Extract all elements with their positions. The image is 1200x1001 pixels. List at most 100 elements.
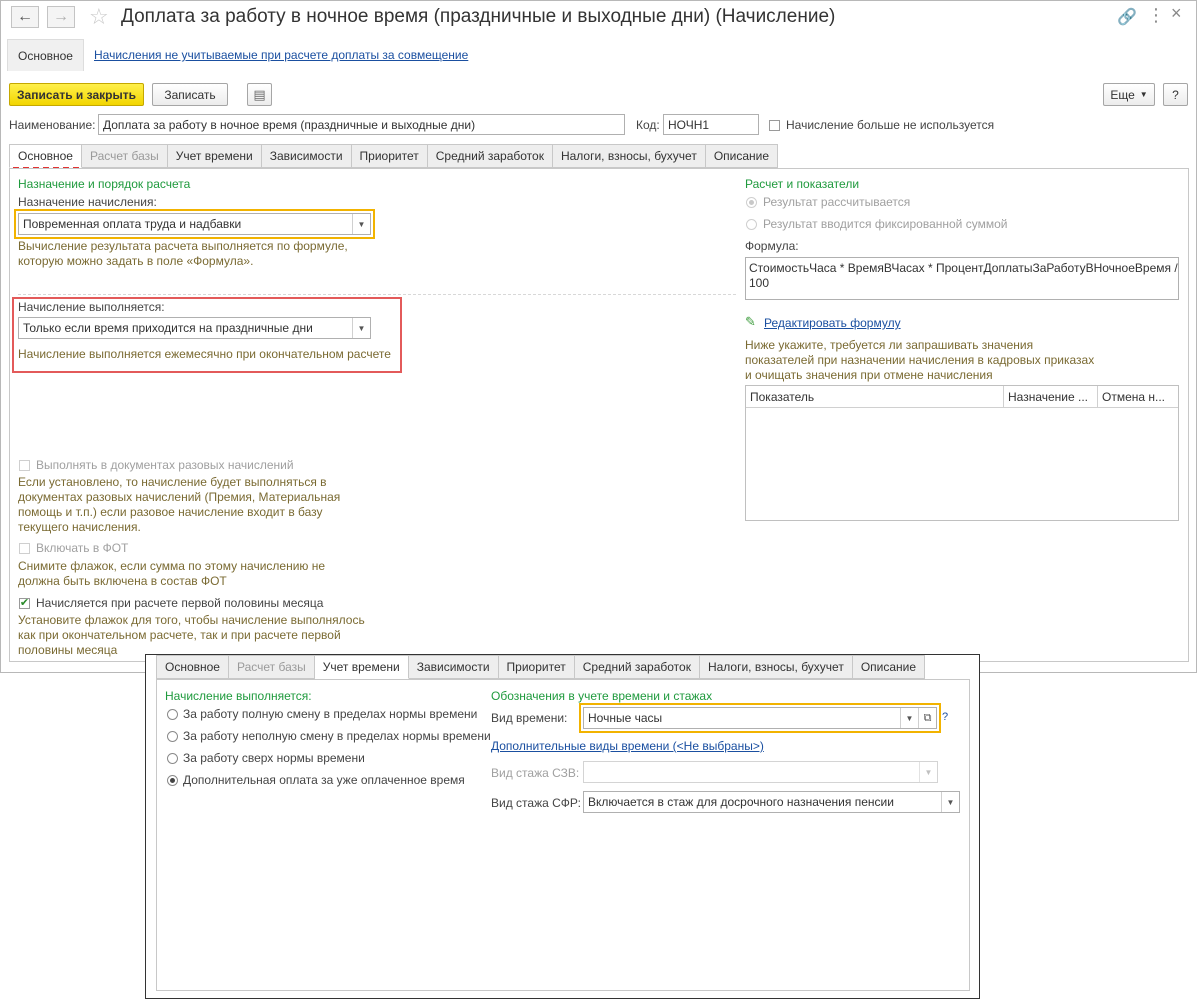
indicators-hint: Ниже укажите, требуется ли запрашивать з… — [745, 338, 1095, 382]
favorite-star-icon[interactable]: ☆ — [89, 4, 109, 30]
onetime-label: Выполнять в документах разовых начислени… — [36, 458, 294, 472]
option-partial-shift-label: За работу неполную смену в пределах норм… — [183, 729, 491, 743]
list-icon: ▤ — [253, 86, 266, 102]
document-list-button[interactable]: ▤ — [247, 83, 272, 106]
tab-base-calculation[interactable]: Расчет базы — [81, 144, 168, 168]
dropdown-arrow-icon[interactable]: ▼ — [919, 762, 937, 782]
tab-dependencies[interactable]: Зависимости — [261, 144, 352, 168]
help-button[interactable]: ? — [1163, 83, 1188, 106]
code-input[interactable]: НОЧН1 — [663, 114, 759, 135]
result-fixed-radio[interactable] — [746, 219, 757, 230]
result-fixed-label: Результат вводится фиксированной суммой — [763, 217, 1008, 231]
pencil-icon: ✎ — [745, 314, 756, 329]
option-full-shift-radio[interactable] — [167, 709, 178, 720]
indicators-table[interactable]: Показатель Назначение ... Отмена н... — [745, 385, 1179, 521]
tab-description[interactable]: Описание — [705, 144, 779, 168]
inset-tabstrip: Основное Расчет базы Учет времени Зависи… — [156, 655, 926, 680]
close-icon[interactable]: × — [1171, 3, 1182, 24]
calc-section-title: Расчет и показатели — [745, 177, 860, 191]
tab-average-earnings[interactable]: Средний заработок — [574, 655, 700, 679]
window-title: Доплата за работу в ночное время (праздн… — [121, 6, 836, 27]
perform-section-title: Начисление выполняется: — [165, 689, 312, 703]
tab-main[interactable]: Основное — [156, 655, 229, 679]
perform-label: Начисление выполняется: — [18, 300, 165, 314]
designations-section-title: Обозначения в учете времени и стажах — [491, 689, 713, 703]
purpose-select-value: Повременная оплата труда и надбавки — [23, 217, 242, 231]
sfr-select[interactable]: Включается в стаж для досрочного назначе… — [583, 791, 960, 813]
tab-priority[interactable]: Приоритет — [351, 144, 428, 168]
more-vertical-icon[interactable]: ⋮ — [1147, 5, 1165, 26]
column-cancel[interactable]: Отмена н... — [1098, 386, 1178, 407]
link-icon[interactable]: 🔗 — [1117, 7, 1137, 27]
dropdown-arrow-icon: ▼ — [1139, 90, 1148, 99]
szv-label: Вид стажа СЗВ: — [491, 766, 580, 780]
purpose-label: Назначение начисления: — [18, 195, 157, 209]
help-icon[interactable]: ? — [942, 711, 948, 723]
main-window: ← → ☆ Доплата за работу в ночное время (… — [0, 0, 1197, 673]
purpose-section-title: Назначение и порядок расчета — [18, 177, 191, 191]
fot-checkbox[interactable] — [19, 543, 30, 554]
tab-average-earnings[interactable]: Средний заработок — [427, 144, 553, 168]
column-indicator[interactable]: Показатель — [746, 386, 1004, 407]
result-calculated-radio[interactable] — [746, 197, 757, 208]
option-additional-pay-label: Дополнительная оплата за уже оплаченное … — [183, 773, 465, 787]
back-button[interactable]: ← — [11, 6, 39, 28]
time-type-value: Ночные часы — [588, 711, 663, 725]
open-icon[interactable]: ⧉ — [918, 708, 936, 728]
dropdown-arrow-icon[interactable]: ▼ — [352, 318, 370, 338]
perform-select-value: Только если время приходится на празднич… — [23, 321, 313, 335]
name-label: Наименование: — [9, 118, 96, 132]
code-label: Код: — [636, 118, 660, 132]
first-half-checkbox[interactable]: ✔ — [19, 598, 30, 609]
option-overtime-radio[interactable] — [167, 753, 178, 764]
tab-main[interactable]: Основное — [9, 144, 82, 168]
tab-dependencies[interactable]: Зависимости — [408, 655, 499, 679]
section-divider — [18, 294, 736, 295]
tab-time-accounting[interactable]: Учет времени — [167, 144, 262, 168]
column-assignment[interactable]: Назначение ... — [1004, 386, 1098, 407]
szv-select[interactable]: ▼ — [583, 761, 938, 783]
forward-button[interactable]: → — [47, 6, 75, 28]
formula-field[interactable]: СтоимостьЧаса * ВремяВЧасах * ПроцентДоп… — [745, 257, 1179, 300]
unused-checkbox[interactable] — [769, 120, 780, 131]
perform-select[interactable]: Только если время приходится на празднич… — [18, 317, 371, 339]
tab-priority[interactable]: Приоритет — [498, 655, 575, 679]
tab-description[interactable]: Описание — [852, 655, 926, 679]
onetime-checkbox[interactable] — [19, 460, 30, 471]
sfr-select-value: Включается в стаж для досрочного назначе… — [588, 795, 894, 809]
tab-taxes[interactable]: Налоги, взносы, бухучет — [699, 655, 853, 679]
extra-time-types-link[interactable]: Дополнительные виды времени (<Не выбраны… — [491, 739, 764, 753]
more-menu-button[interactable]: Еще ▼ — [1103, 83, 1155, 106]
option-partial-shift-radio[interactable] — [167, 731, 178, 742]
edit-formula-link[interactable]: Редактировать формулу — [764, 316, 901, 330]
save-and-close-button[interactable]: Записать и закрыть — [9, 83, 144, 106]
purpose-select[interactable]: Повременная оплата труда и надбавки ▼ — [14, 209, 375, 239]
tab-base-calculation[interactable]: Расчет базы — [228, 655, 315, 679]
dropdown-arrow-icon[interactable]: ▼ — [900, 708, 918, 728]
fot-label: Включать в ФОТ — [36, 541, 129, 555]
time-accounting-inset: Основное Расчет базы Учет времени Зависи… — [145, 654, 980, 999]
formula-label: Формула: — [745, 239, 799, 253]
tab-main-page[interactable]: Основное — [7, 39, 84, 71]
main-tabstrip: Основное Расчет базы Учет времени Зависи… — [9, 144, 779, 169]
fot-hint: Снимите флажок, если сумма по этому начи… — [18, 559, 326, 588]
dropdown-arrow-icon[interactable]: ▼ — [941, 792, 959, 812]
first-half-hint: Установите флажок для того, чтобы начисл… — [18, 613, 365, 657]
purpose-hint: Вычисление результата расчета выполняетс… — [18, 239, 348, 268]
sfr-label: Вид стажа СФР: — [491, 796, 581, 810]
dropdown-arrow-icon[interactable]: ▼ — [352, 214, 370, 234]
checkmark-icon: ✔ — [19, 597, 30, 609]
save-button[interactable]: Записать — [152, 83, 228, 106]
option-additional-pay-radio[interactable] — [167, 775, 178, 786]
onetime-hint: Если установлено, то начисление будет вы… — [18, 475, 341, 534]
tab-taxes[interactable]: Налоги, взносы, бухучет — [552, 144, 706, 168]
arrow-right-icon: → — [53, 8, 69, 25]
time-type-label: Вид времени: — [491, 711, 568, 725]
link-accruals-not-counted[interactable]: Начисления не учитываемые при расчете до… — [94, 48, 468, 62]
perform-hint: Начисление выполняется ежемесячно при ок… — [18, 347, 391, 361]
first-half-label: Начисляется при расчете первой половины … — [36, 596, 324, 610]
name-input[interactable]: Доплата за работу в ночное время (праздн… — [98, 114, 625, 135]
tab-time-accounting[interactable]: Учет времени — [314, 655, 409, 679]
time-type-select[interactable]: Ночные часы ▼ ⧉ — [579, 703, 941, 733]
arrow-left-icon: ← — [17, 8, 33, 25]
